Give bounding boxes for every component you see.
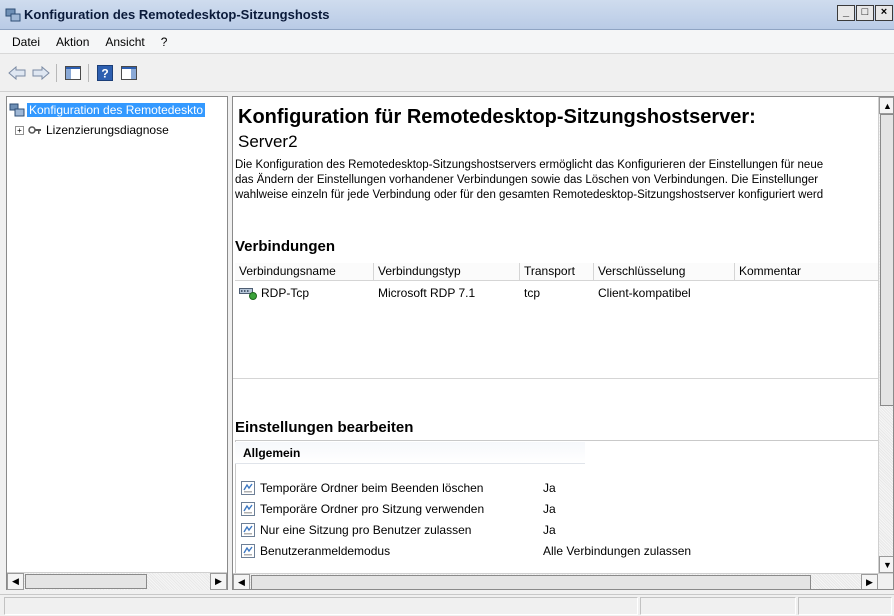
scroll-down-button[interactable]: ▼: [879, 556, 893, 573]
back-arrow-icon: [8, 66, 26, 80]
scroll-thumb[interactable]: [251, 575, 811, 589]
connections-title: Verbindungen: [235, 238, 336, 255]
tree-horizontal-scrollbar[interactable]: ◀ ▶: [7, 572, 227, 590]
setting-value: Ja: [543, 481, 556, 495]
setting-property-icon: [241, 502, 255, 516]
maximize-button[interactable]: □: [856, 5, 874, 21]
back-button[interactable]: [6, 62, 28, 84]
setting-value: Alle Verbindungen zulassen: [543, 544, 692, 558]
close-button[interactable]: ×: [875, 5, 893, 21]
setting-property-icon: [241, 481, 255, 495]
action-pane-icon: [121, 66, 137, 80]
details-horizontal-scrollbar[interactable]: ◀ ▶: [233, 573, 893, 589]
list-divider: [233, 378, 878, 379]
menu-help[interactable]: ?: [153, 35, 176, 49]
column-header-name[interactable]: Verbindungsname: [235, 263, 374, 280]
setting-row[interactable]: Temporäre Ordner pro Sitzung verwenden: [241, 500, 484, 518]
status-bar: [0, 594, 894, 616]
cell-transport: tcp: [524, 286, 541, 300]
minimize-button[interactable]: _: [837, 5, 855, 21]
license-diagnosis-icon: [28, 126, 41, 134]
tree-item-root[interactable]: Konfiguration des Remotedeskto: [9, 101, 206, 119]
menu-bar: Datei Aktion Ansicht ?: [0, 30, 894, 54]
tree-item-lizenzierungsdiagnose-label: Lizenzierungsdiagnose: [46, 123, 169, 137]
setting-label: Temporäre Ordner beim Beenden löschen: [260, 481, 484, 495]
setting-property-icon: [241, 544, 255, 558]
toolbar-separator: [56, 64, 57, 82]
remote-desktop-app-icon[interactable]: [5, 7, 21, 23]
svg-text:?: ?: [101, 67, 108, 81]
remote-desktop-config-icon: [9, 103, 25, 117]
connections-list-header: Verbindungsname Verbindungstyp Transport…: [235, 263, 878, 281]
scroll-left-button[interactable]: ◀: [233, 574, 250, 589]
help-icon: ?: [97, 65, 113, 81]
column-header-encryption[interactable]: Verschlüsselung: [594, 263, 735, 280]
details-pane: Konfiguration für Remotedesktop-Sitzungs…: [232, 96, 894, 590]
scroll-up-button[interactable]: ▲: [879, 97, 893, 114]
description-line: Die Konfiguration des Remotedesktop-Sitz…: [235, 159, 824, 171]
description-line: das Ändern der Einstellungen vorhandener…: [235, 174, 819, 186]
tree-item-root-label: Konfiguration des Remotedeskto: [27, 103, 206, 117]
show-hide-tree-button[interactable]: [62, 62, 84, 84]
details-content: Konfiguration für Remotedesktop-Sitzungs…: [233, 97, 878, 573]
details-vertical-scrollbar[interactable]: ▲ ▼: [878, 97, 893, 573]
setting-label: Nur eine Sitzung pro Benutzer zulassen: [260, 523, 472, 537]
setting-label: Benutzeranmeldemodus: [260, 544, 391, 558]
forward-button[interactable]: [30, 62, 52, 84]
forward-arrow-icon: [32, 66, 50, 80]
status-segment-main: [4, 597, 638, 615]
cell-encryption: Client-kompatibel: [598, 286, 691, 300]
menu-aktion[interactable]: Aktion: [48, 35, 97, 49]
scroll-thumb[interactable]: [880, 114, 893, 406]
network-connection-icon: [239, 288, 257, 300]
cell-type: Microsoft RDP 7.1: [378, 286, 476, 300]
tree-pane[interactable]: Konfiguration des Remotedeskto + Lizenzi…: [6, 96, 228, 590]
status-segment: [798, 597, 892, 615]
window-title: Konfiguration des Remotedesktop-Sitzungs…: [24, 7, 330, 22]
toolbar: ?: [0, 54, 894, 92]
description: Die Konfiguration des Remotedesktop-Sitz…: [235, 158, 878, 203]
server-name: Server2: [238, 132, 298, 151]
column-header-transport[interactable]: Transport: [520, 263, 594, 280]
status-segment: [640, 597, 796, 615]
scroll-thumb[interactable]: [25, 574, 147, 589]
setting-property-icon: [241, 523, 255, 537]
description-line: wahlweise einzeln für jede Verbindung od…: [235, 189, 824, 201]
table-row[interactable]: RDP-Tcp Microsoft RDP 7.1 tcp Client-kom…: [235, 284, 878, 302]
settings-group-header: Allgemein: [235, 442, 585, 464]
settings-group-label: Allgemein: [243, 446, 301, 460]
scroll-right-button[interactable]: ▶: [210, 573, 227, 590]
help-button[interactable]: ?: [94, 62, 116, 84]
expand-icon[interactable]: +: [15, 125, 24, 135]
connection-name: RDP-Tcp: [261, 286, 310, 300]
menu-datei[interactable]: Datei: [4, 35, 48, 49]
setting-row[interactable]: Temporäre Ordner beim Beenden löschen: [241, 479, 483, 497]
column-header-type[interactable]: Verbindungstyp: [374, 263, 520, 280]
setting-row[interactable]: Nur eine Sitzung pro Benutzer zulassen: [241, 521, 471, 539]
column-header-comment[interactable]: Kommentar: [735, 263, 878, 280]
tree-item-lizenzierungsdiagnose[interactable]: + Lizenzierungsdiagnose: [15, 121, 169, 139]
action-pane-button[interactable]: [118, 62, 140, 84]
cell-comment: [735, 284, 878, 302]
setting-label: Temporäre Ordner pro Sitzung verwenden: [260, 502, 485, 516]
title-bar: Konfiguration des Remotedesktop-Sitzungs…: [0, 0, 894, 30]
setting-value: Ja: [543, 502, 556, 516]
settings-title: Einstellungen bearbeiten: [235, 419, 414, 436]
menu-ansicht[interactable]: Ansicht: [97, 35, 152, 49]
toolbar-separator: [88, 64, 89, 82]
setting-row[interactable]: Benutzeranmeldemodus: [241, 542, 390, 560]
show-hide-tree-icon: [65, 66, 81, 80]
cell-name: RDP-Tcp: [235, 284, 374, 302]
scroll-left-button[interactable]: ◀: [7, 573, 24, 590]
setting-value: Ja: [543, 523, 556, 537]
scroll-right-button[interactable]: ▶: [861, 574, 878, 589]
page-title: Konfiguration für Remotedesktop-Sitzungs…: [238, 106, 756, 128]
